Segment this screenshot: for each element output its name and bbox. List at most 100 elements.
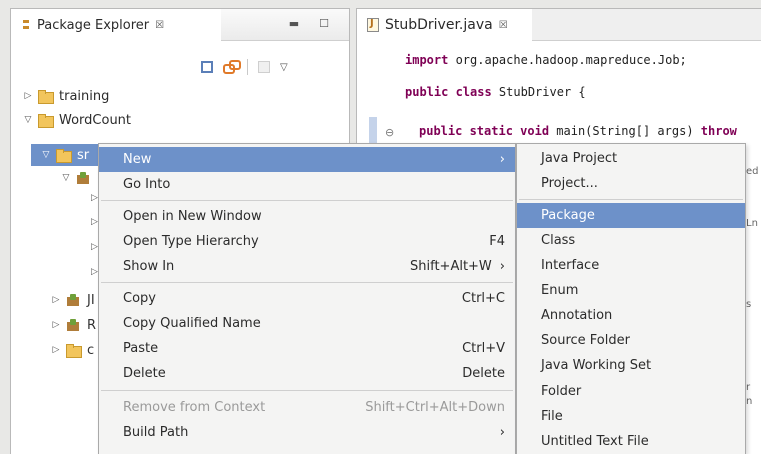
menu-item-label: Open in New Window xyxy=(123,209,262,224)
package-explorer-toolbar: ▽ xyxy=(201,59,288,75)
menu-item-label: Remove from Context xyxy=(123,400,266,415)
code-fragment: n xyxy=(746,396,753,407)
tree-item-label: R xyxy=(87,317,97,333)
package-explorer-title: Package Explorer xyxy=(37,17,150,33)
menu-item-build-path[interactable]: Build Path › xyxy=(99,420,515,445)
code-keyword: public class xyxy=(405,85,492,99)
submenu-item-java-project[interactable]: Java Project xyxy=(517,146,745,171)
submenu-item-project[interactable]: Project... xyxy=(517,171,745,196)
tree-item-referenced-libraries[interactable]: ▷ R xyxy=(51,314,97,336)
tree-item-wordcount[interactable]: ▽ WordCount xyxy=(23,109,131,131)
submenu-item-folder[interactable]: Folder xyxy=(517,379,745,404)
menu-item-label: Copy xyxy=(123,291,156,306)
submenu-item-package[interactable]: Package xyxy=(517,203,745,228)
menu-item-copy-qualified-name[interactable]: Copy Qualified Name xyxy=(99,311,515,336)
tree-item-training[interactable]: ▷ training xyxy=(23,85,109,107)
submenu-item-file[interactable]: File xyxy=(517,404,745,429)
menu-item-label: Package xyxy=(541,208,595,223)
close-icon[interactable]: ☒ xyxy=(155,20,164,31)
focus-task-icon[interactable] xyxy=(258,61,270,73)
submenu-item-class[interactable]: Class xyxy=(517,228,745,253)
tree-item-folder[interactable]: ▷ c xyxy=(51,339,94,361)
code-text: StubDriver { xyxy=(491,85,586,99)
menu-item-paste[interactable]: Paste Ctrl+V xyxy=(99,336,515,361)
code-line-main[interactable]: public static void main(String[] args) t… xyxy=(419,124,737,138)
code-text: org.apache.hadoop.mapreduce.Job; xyxy=(448,53,687,67)
tree-item-package[interactable]: ▽ xyxy=(61,167,92,189)
editor-tab-stubdriver[interactable]: StubDriver.java ☒ xyxy=(357,9,532,41)
menu-item-label: Folder xyxy=(541,384,582,399)
code-line-class[interactable]: public class StubDriver { xyxy=(405,85,586,99)
menu-item-label: Copy Qualified Name xyxy=(123,316,261,331)
menu-item-label: Interface xyxy=(541,258,600,273)
package-explorer-icon xyxy=(21,18,31,32)
package-explorer-tab[interactable]: Package Explorer ☒ xyxy=(11,9,221,41)
expanded-twisty-icon[interactable]: ▽ xyxy=(61,173,71,183)
code-keyword: throw xyxy=(700,124,737,138)
menu-item-label: Enum xyxy=(541,283,579,298)
source-folder-icon xyxy=(56,149,72,163)
fold-icon[interactable]: ⊖ xyxy=(385,126,394,139)
submenu-item-source-folder[interactable]: Source Folder xyxy=(517,328,745,353)
menu-item-label: Java Project xyxy=(541,151,618,166)
menu-item-label: Source Folder xyxy=(541,333,630,348)
code-line-import[interactable]: import org.apache.hadoop.mapreduce.Job; xyxy=(405,53,687,67)
collapsed-twisty-icon[interactable]: ▷ xyxy=(91,267,98,277)
collapse-all-icon[interactable] xyxy=(201,61,213,73)
code-keyword: public static void xyxy=(419,124,550,138)
tree-item-label: WordCount xyxy=(59,112,132,128)
shortcut-label: F4 xyxy=(489,234,505,249)
tree-item-label: JI xyxy=(87,292,95,308)
submenu-item-java-working-set[interactable]: Java Working Set xyxy=(517,353,745,378)
menu-item-go-into[interactable]: Go Into xyxy=(99,172,515,197)
collapsed-twisty-icon[interactable]: ▷ xyxy=(91,242,98,252)
menu-item-delete[interactable]: Delete Delete xyxy=(99,361,515,386)
menu-item-label: New xyxy=(123,152,152,167)
menu-item-new[interactable]: New › xyxy=(99,147,515,172)
tree-item-src[interactable]: ▽ sr xyxy=(41,144,89,166)
shortcut-label: Ctrl+V xyxy=(462,341,505,356)
collapsed-twisty-icon[interactable]: ▷ xyxy=(23,91,33,101)
menu-item-label: Build Path xyxy=(123,425,189,440)
shortcut-label: Delete xyxy=(462,366,505,381)
expanded-twisty-icon[interactable]: ▽ xyxy=(23,115,33,125)
folder-icon xyxy=(66,344,82,358)
project-folder-icon xyxy=(38,90,54,104)
menu-item-label: Paste xyxy=(123,341,159,356)
code-fragment: ed xyxy=(746,166,759,177)
menu-item-label: Delete xyxy=(123,366,166,381)
menu-item-label: Class xyxy=(541,233,576,248)
expanded-twisty-icon[interactable]: ▽ xyxy=(41,150,51,160)
menu-item-remove-from-context[interactable]: Remove from Context Shift+Ctrl+Alt+Down xyxy=(99,395,515,420)
submenu-item-untitled-text-file[interactable]: Untitled Text File xyxy=(517,429,745,454)
collapsed-twisty-icon[interactable]: ▷ xyxy=(91,217,98,227)
submenu-item-annotation[interactable]: Annotation xyxy=(517,303,745,328)
view-menu-icon[interactable]: ▽ xyxy=(280,62,288,73)
shortcut-label: Shift+Alt+W xyxy=(410,259,492,274)
minimize-icon[interactable]: ▬ xyxy=(287,17,301,31)
submenu-item-enum[interactable]: Enum xyxy=(517,278,745,303)
submenu-item-interface[interactable]: Interface xyxy=(517,253,745,278)
menu-item-label: Untitled Text File xyxy=(541,434,649,449)
menu-item-label: Go Into xyxy=(123,177,171,192)
tree-item-label: c xyxy=(87,342,95,358)
submenu-arrow-icon: › xyxy=(499,425,505,440)
collapsed-twisty-icon[interactable]: ▷ xyxy=(51,345,61,355)
menu-separator xyxy=(519,199,743,200)
submenu-arrow-icon: › xyxy=(499,152,505,167)
menu-separator xyxy=(101,390,513,391)
collapsed-twisty-icon[interactable]: ▷ xyxy=(51,295,61,305)
close-icon[interactable]: ☒ xyxy=(499,20,508,31)
maximize-icon[interactable]: ☐ xyxy=(317,17,331,31)
menu-item-show-in[interactable]: Show In Shift+Alt+W › xyxy=(99,254,515,279)
package-explorer-tabbar: Package Explorer ☒ ▬ ☐ xyxy=(11,9,349,41)
menu-item-copy[interactable]: Copy Ctrl+C xyxy=(99,286,515,311)
menu-item-open-type-hierarchy[interactable]: Open Type Hierarchy F4 xyxy=(99,229,515,254)
link-with-editor-icon[interactable] xyxy=(223,60,241,74)
collapsed-twisty-icon[interactable]: ▷ xyxy=(91,193,98,203)
menu-item-open-in-new-window[interactable]: Open in New Window xyxy=(99,204,515,229)
project-folder-icon xyxy=(38,114,54,128)
tree-item-jre-library[interactable]: ▷ JI xyxy=(51,289,95,311)
code-keyword: import xyxy=(405,53,449,67)
collapsed-twisty-icon[interactable]: ▷ xyxy=(51,320,61,330)
